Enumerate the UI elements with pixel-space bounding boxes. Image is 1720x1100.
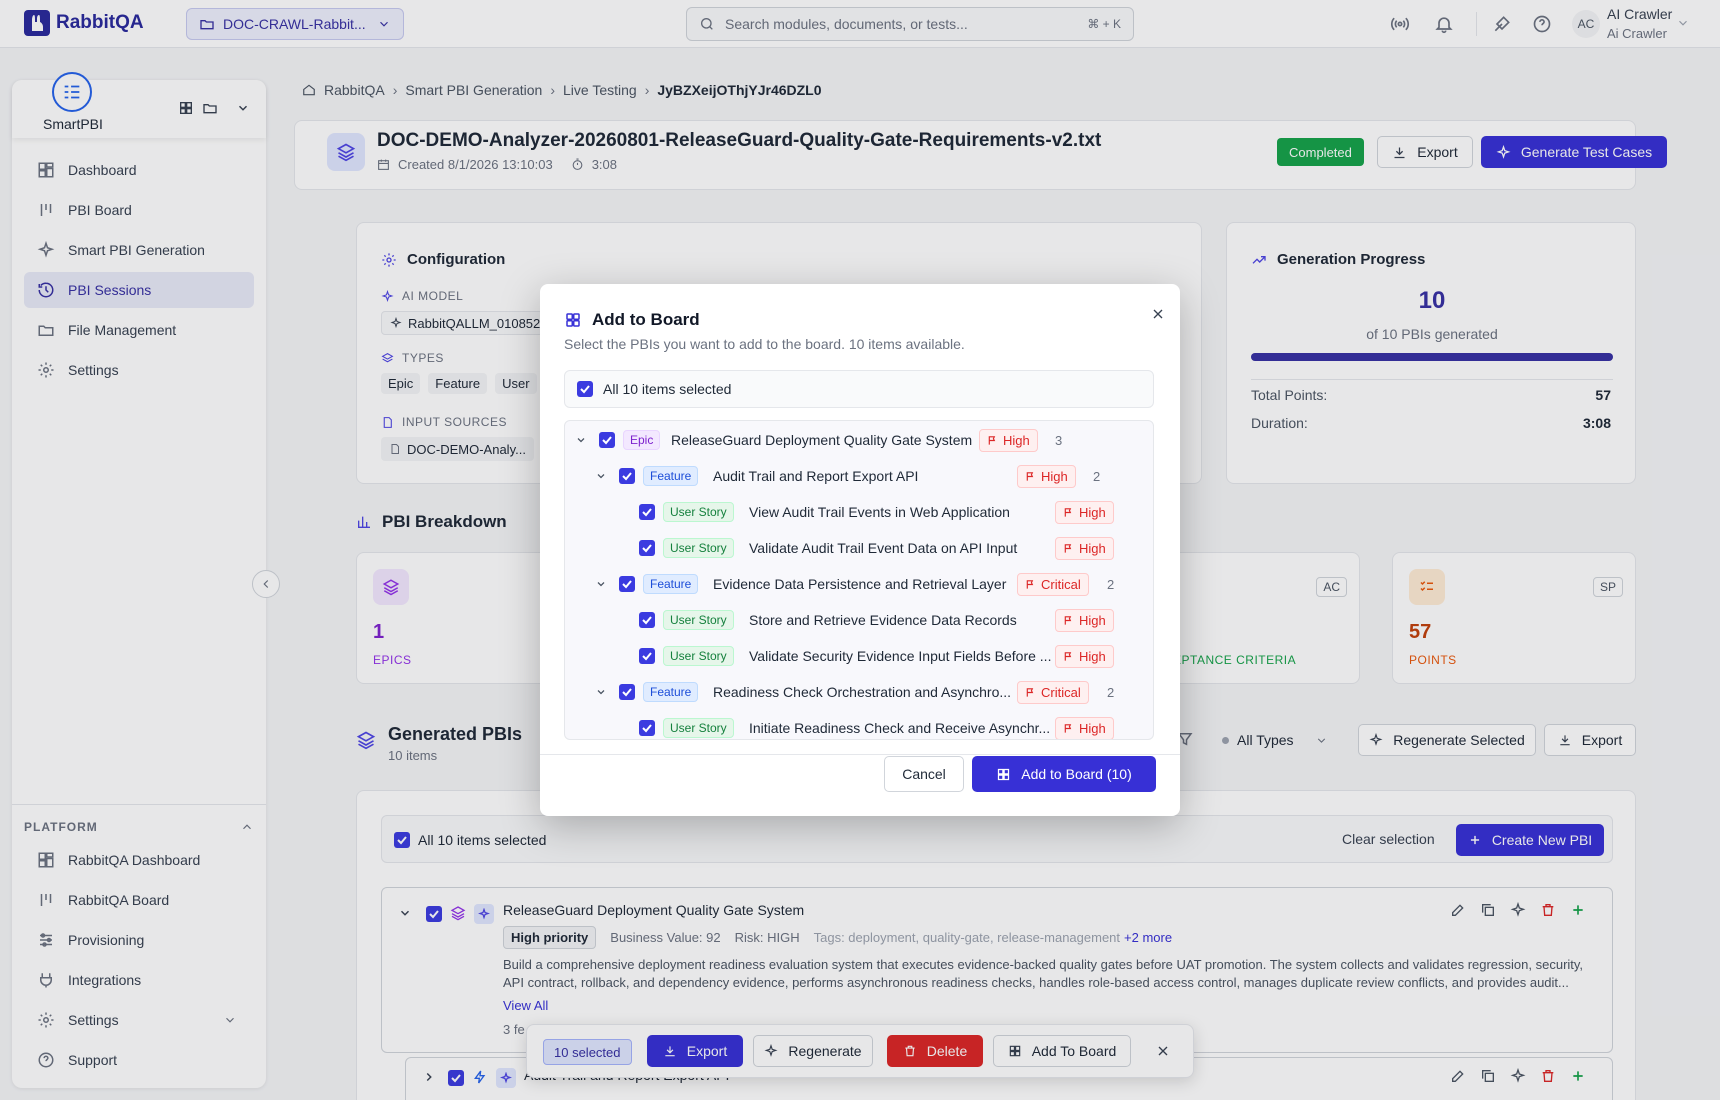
cancel-button[interactable]: Cancel	[884, 756, 964, 792]
tree-row-user-story[interactable]: User Story Initiate Readiness Check and R…	[565, 713, 1153, 739]
type-badge: User Story	[663, 502, 734, 522]
dialog-select-all[interactable]: All 10 items selected	[564, 370, 1154, 408]
flag-icon	[1063, 615, 1074, 626]
child-count: 2	[1093, 469, 1101, 484]
priority-label: High	[1079, 541, 1106, 556]
dialog-header: Add to Board	[564, 310, 700, 330]
priority-label: High	[1003, 433, 1030, 448]
flag-icon	[1025, 579, 1036, 590]
tree-checkbox[interactable]	[639, 648, 655, 664]
tree-row-feature[interactable]: Feature Audit Trail and Report Export API…	[565, 461, 1153, 491]
divider	[540, 754, 1180, 755]
tree-item-title: View Audit Trail Events in Web Applicati…	[749, 504, 1010, 520]
child-count: 3	[1055, 433, 1063, 448]
pbi-tree: Epic ReleaseGuard Deployment Quality Gate…	[564, 420, 1154, 740]
tree-checkbox[interactable]	[639, 612, 655, 628]
tree-item-title: Initiate Readiness Check and Receive Asy…	[749, 720, 1051, 736]
flag-icon	[1025, 471, 1036, 482]
priority-label: Critical	[1041, 685, 1081, 700]
type-badge: Epic	[623, 430, 661, 450]
tree-checkbox[interactable]	[619, 684, 635, 700]
chevron-down-icon[interactable]	[595, 686, 607, 698]
chevron-down-icon[interactable]	[575, 434, 587, 446]
chevron-down-icon[interactable]	[595, 578, 607, 590]
type-badge: Feature	[643, 682, 699, 702]
flag-icon	[1063, 723, 1074, 734]
priority-badge: High	[1055, 537, 1114, 560]
tree-item-title: Validate Security Evidence Input Fields …	[749, 648, 1052, 664]
flag-icon	[1063, 543, 1074, 554]
flag-icon	[1063, 651, 1074, 662]
type-badge: User Story	[663, 718, 734, 738]
type-badge: Feature	[643, 574, 699, 594]
tree-item-title: Readiness Check Orchestration and Asynch…	[713, 684, 1012, 700]
priority-label: Critical	[1041, 577, 1081, 592]
add-to-board-confirm-button[interactable]: Add to Board (10)	[972, 756, 1156, 792]
child-count: 2	[1107, 577, 1115, 592]
tree-row-user-story[interactable]: User Story Validate Security Evidence Inp…	[565, 641, 1153, 671]
grid-icon	[998, 768, 1010, 780]
tree-row-feature[interactable]: Feature Evidence Data Persistence and Ret…	[565, 569, 1153, 599]
dialog-select-all-label: All 10 items selected	[603, 381, 732, 397]
tree-checkbox[interactable]	[639, 504, 655, 520]
priority-label: High	[1079, 505, 1106, 520]
priority-badge: High	[1055, 645, 1114, 668]
close-icon[interactable]	[1144, 300, 1172, 328]
confirm-label: Add to Board (10)	[1021, 766, 1132, 782]
tree-item-title: Validate Audit Trail Event Data on API I…	[749, 540, 1018, 556]
tree-row-user-story[interactable]: User Story Store and Retrieve Evidence Da…	[565, 605, 1153, 635]
priority-badge: High	[1017, 465, 1076, 488]
child-count: 2	[1107, 685, 1115, 700]
flag-icon	[987, 435, 998, 446]
tree-row-feature[interactable]: Feature Readiness Check Orchestration and…	[565, 677, 1153, 707]
priority-badge: High	[1055, 501, 1114, 524]
tree-item-title: Evidence Data Persistence and Retrieval …	[713, 576, 1007, 592]
priority-badge: High	[1055, 609, 1114, 632]
tree-item-title: ReleaseGuard Deployment Quality Gate Sys…	[671, 432, 973, 448]
flag-icon	[1025, 687, 1036, 698]
priority-badge: High	[1055, 717, 1114, 739]
dialog-subtitle: Select the PBIs you want to add to the b…	[564, 336, 965, 352]
type-badge: User Story	[663, 610, 734, 630]
chevron-down-icon[interactable]	[595, 470, 607, 482]
priority-badge: Critical	[1017, 681, 1089, 704]
type-badge: Feature	[643, 466, 699, 486]
tree-checkbox[interactable]	[619, 576, 635, 592]
priority-badge: High	[979, 429, 1038, 452]
tree-checkbox[interactable]	[619, 468, 635, 484]
grid-icon	[566, 313, 580, 327]
priority-label: High	[1041, 469, 1068, 484]
tree-row-user-story[interactable]: User Story View Audit Trail Events in Web…	[565, 497, 1153, 527]
type-badge: User Story	[663, 646, 734, 666]
tree-row-user-story[interactable]: User Story Validate Audit Trail Event Dat…	[565, 533, 1153, 563]
dialog-title: Add to Board	[592, 310, 700, 329]
priority-label: High	[1079, 721, 1106, 736]
tree-checkbox[interactable]	[639, 540, 655, 556]
tree-row-epic[interactable]: Epic ReleaseGuard Deployment Quality Gate…	[565, 425, 1153, 455]
type-badge: User Story	[663, 538, 734, 558]
priority-label: High	[1079, 613, 1106, 628]
tree-checkbox[interactable]	[599, 432, 615, 448]
tree-item-title: Audit Trail and Report Export API	[713, 468, 919, 484]
flag-icon	[1063, 507, 1074, 518]
checkbox-checked-icon	[577, 381, 593, 397]
add-to-board-dialog: Add to Board Select the PBIs you want to…	[540, 284, 1180, 816]
priority-badge: Critical	[1017, 573, 1089, 596]
tree-item-title: Store and Retrieve Evidence Data Records	[749, 612, 1017, 628]
tree-checkbox[interactable]	[639, 720, 655, 736]
priority-label: High	[1079, 649, 1106, 664]
